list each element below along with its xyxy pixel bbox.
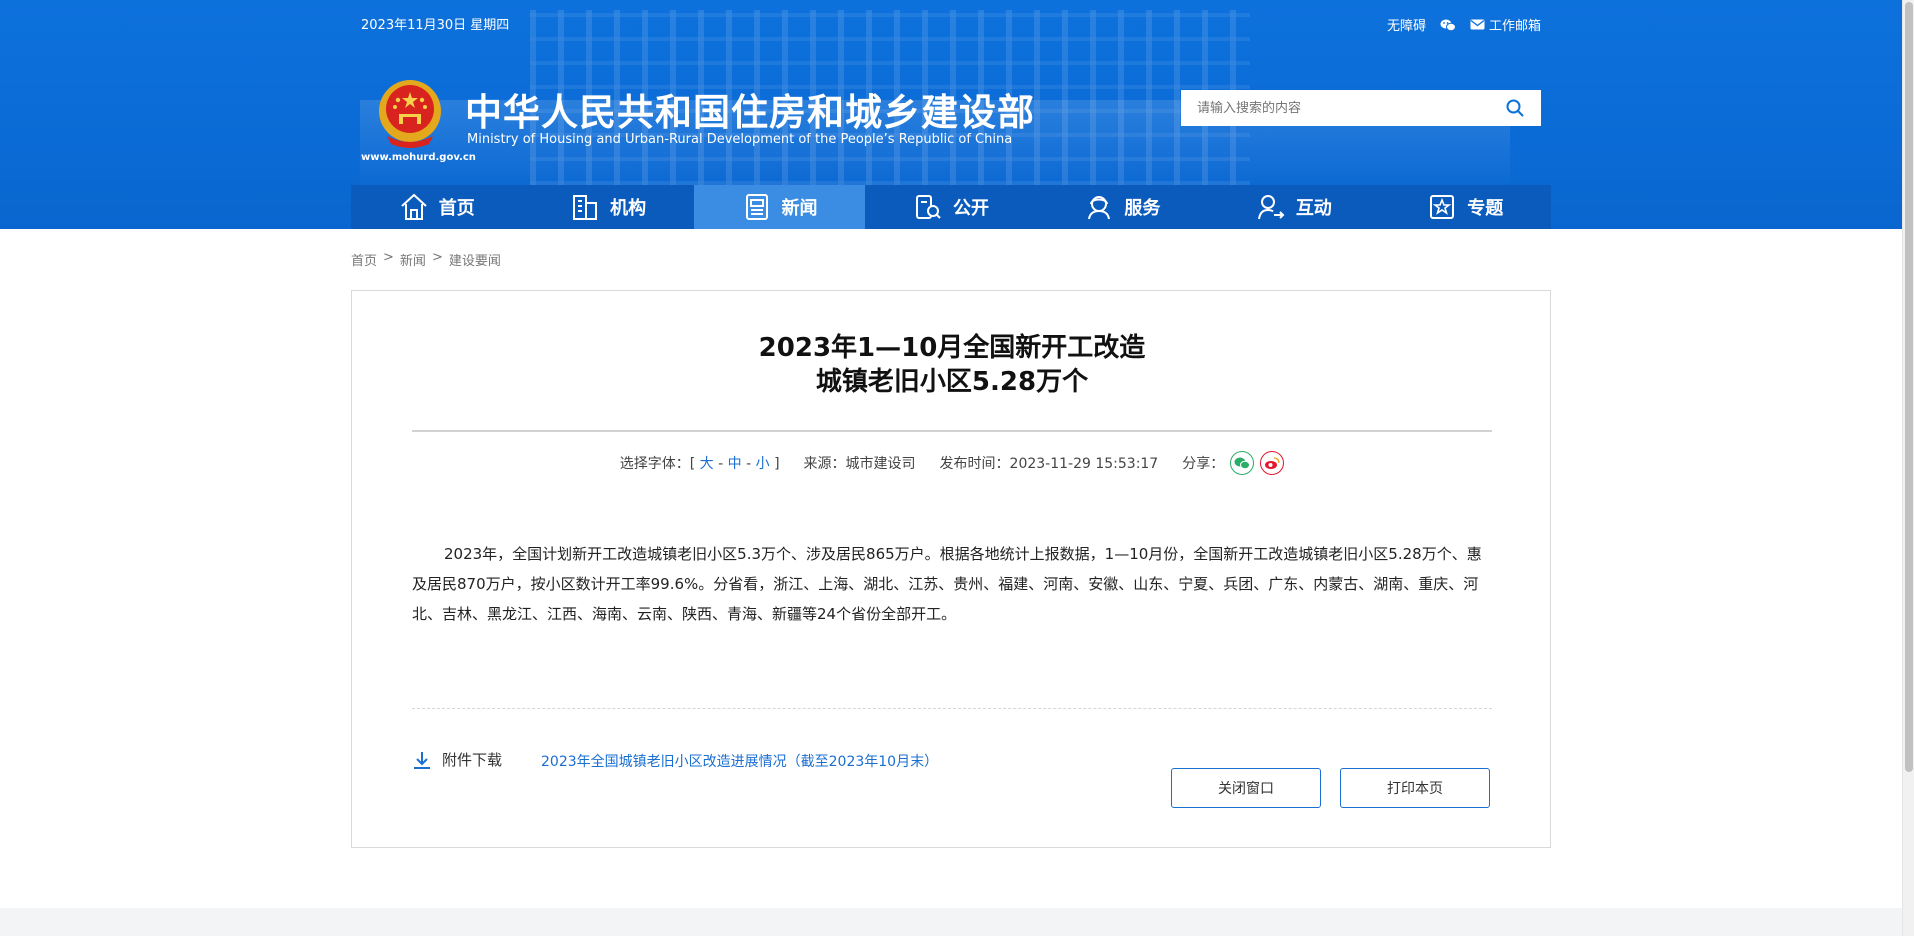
share-group: 分享：: [1182, 451, 1285, 475]
nav-item-home[interactable]: 首页: [351, 185, 522, 229]
font-size-small[interactable]: 小: [756, 456, 770, 472]
nav-item-interaction[interactable]: 互动: [1208, 185, 1379, 229]
search-input[interactable]: [1181, 90, 1489, 126]
nav-item-label: 机构: [610, 198, 647, 219]
article-publish-time: 发布时间：2023-11-29 15:53:17: [939, 456, 1159, 472]
header-inner: 2023年11月30日 星期四 无障碍 工作邮箱 www.mohurd.gov.…: [351, 0, 1551, 229]
nav-item-label: 首页: [438, 198, 475, 219]
footer-strip: [0, 908, 1902, 936]
title-divider: [412, 430, 1492, 432]
search-icon: [1506, 99, 1524, 117]
topic-icon: [1430, 195, 1455, 219]
search-box: [1181, 90, 1541, 126]
nav-item-service[interactable]: 服务: [1037, 185, 1208, 229]
service-icon: [1088, 196, 1111, 220]
scrollbar-thumb[interactable]: [1905, 2, 1913, 772]
breadcrumb-separator: >: [431, 250, 443, 265]
weibo-icon: [1265, 457, 1280, 469]
article-title-line1: 2023年1—10月全国新开工改造: [758, 333, 1146, 363]
font-size-label: 选择字体：[: [619, 456, 696, 472]
nav-item-public[interactable]: 公开: [865, 185, 1036, 229]
mail-icon: [1470, 19, 1485, 30]
main-nav: 首页 机构 新闻 公开 服务 互动 专题: [351, 185, 1551, 229]
font-size-dash: -: [746, 456, 752, 472]
nav-item-organization[interactable]: 机构: [522, 185, 693, 229]
home-icon: [401, 193, 427, 220]
print-page-button[interactable]: 打印本页: [1340, 768, 1490, 808]
email-link[interactable]: 工作邮箱: [1470, 15, 1541, 34]
site-name-cn[interactable]: 中华人民共和国住房和城乡建设部: [465, 82, 1035, 136]
article-title: 2023年1—10月全国新开工改造 城镇老旧小区5.28万个: [352, 331, 1552, 399]
breadcrumb-current[interactable]: 建设要闻: [449, 250, 501, 269]
breadcrumb: 首页 > 新闻 > 建设要闻: [351, 250, 501, 269]
building-icon: [573, 195, 598, 220]
search-button[interactable]: [1489, 90, 1541, 126]
breadcrumb-separator: >: [383, 250, 394, 265]
article-container: 2023年1—10月全国新开工改造 城镇老旧小区5.28万个 选择字体：[ 大 …: [351, 290, 1551, 848]
wechat-top-icon[interactable]: [1440, 18, 1456, 32]
open-info-icon: [915, 195, 941, 219]
nav-item-news[interactable]: 新闻: [693, 185, 866, 229]
breadcrumb-news[interactable]: 新闻: [400, 250, 426, 269]
vertical-scrollbar[interactable]: [1902, 0, 1914, 936]
attachment-section: 附件下载: [412, 749, 502, 770]
font-size-selector: 选择字体：[ 大 - 中 - 小 ]: [620, 453, 780, 473]
nav-item-label: 专题: [1467, 198, 1504, 219]
font-size-close: ]: [774, 456, 780, 472]
email-link-label: 工作邮箱: [1488, 19, 1541, 34]
attachment-link[interactable]: 2023年全国城镇老旧小区改造进展情况（截至2023年10月末）: [541, 751, 938, 771]
news-icon: [745, 194, 768, 220]
accessibility-link[interactable]: 无障碍: [1387, 15, 1426, 34]
font-size-medium[interactable]: 中: [728, 456, 742, 472]
wechat-icon: [1234, 457, 1251, 470]
download-icon: [414, 751, 430, 769]
nav-item-label: 新闻: [781, 198, 818, 219]
article-body: 2023年，全国计划新开工改造城镇老旧小区5.3万个、涉及居民865万户。根据各…: [412, 545, 1482, 623]
attachment-label: 附件下载: [442, 751, 503, 769]
current-date: 2023年11月30日 星期四: [361, 18, 510, 33]
article-source: 来源：城市建设司: [803, 456, 916, 472]
site-url: www.mohurd.gov.cn: [361, 152, 476, 163]
share-wechat-button[interactable]: [1230, 451, 1255, 475]
nav-item-label: 公开: [952, 198, 989, 219]
font-size-dash: -: [718, 456, 724, 472]
site-name-en: Ministry of Housing and Urban-Rural Deve…: [467, 132, 1013, 147]
page: 2023年11月30日 星期四 无障碍 工作邮箱 www.mohurd.gov.…: [0, 0, 1914, 936]
top-links: 无障碍 工作邮箱: [1387, 15, 1541, 34]
font-size-large[interactable]: 大: [700, 456, 714, 472]
interaction-icon: [1257, 195, 1285, 220]
national-emblem-icon: [379, 80, 441, 148]
share-label: 分享：: [1182, 456, 1225, 472]
breadcrumb-home[interactable]: 首页: [351, 250, 377, 269]
nav-item-label: 服务: [1124, 198, 1161, 219]
nav-item-label: 互动: [1295, 198, 1332, 219]
share-weibo-button[interactable]: [1260, 451, 1285, 475]
nav-item-topic[interactable]: 专题: [1380, 185, 1551, 229]
close-window-button[interactable]: 关闭窗口: [1171, 768, 1321, 808]
article-title-line2: 城镇老旧小区5.28万个: [815, 367, 1089, 397]
article-meta: 选择字体：[ 大 - 中 - 小 ] 来源：城市建设司 发布时间：2023-11…: [352, 451, 1552, 475]
body-divider: [412, 708, 1492, 709]
site-header: 2023年11月30日 星期四 无障碍 工作邮箱 www.mohurd.gov.…: [0, 0, 1902, 229]
